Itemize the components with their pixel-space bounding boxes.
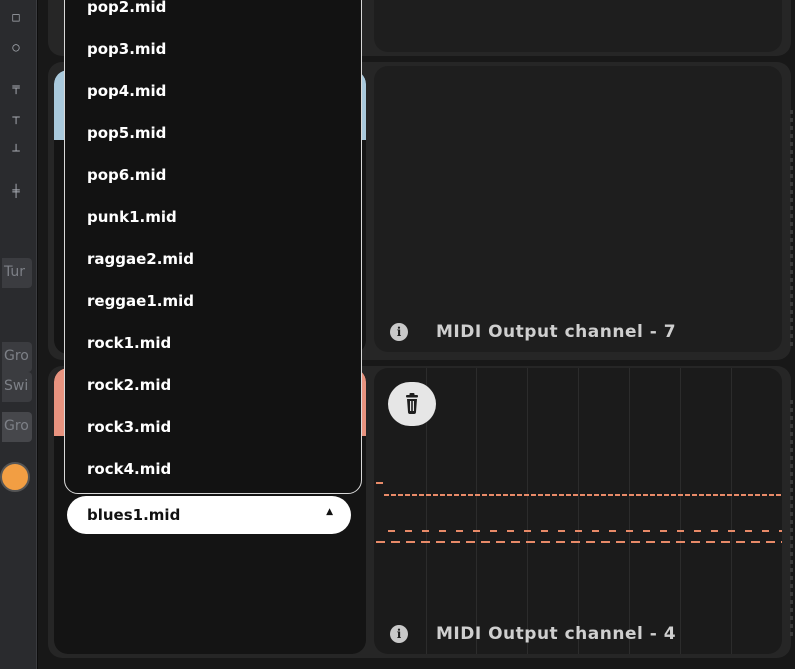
sidebar-button-gro-2[interactable]: Gro	[2, 412, 32, 442]
menu-item[interactable]: rock1.mid	[87, 334, 171, 352]
grid-line	[680, 368, 681, 654]
menu-item[interactable]: pop5.mid	[87, 124, 166, 142]
channel-label-4: MIDI Output channel - 4	[436, 624, 677, 644]
midi-note	[376, 482, 384, 484]
trash-icon	[406, 393, 418, 414]
menu-item[interactable]: rock4.mid	[87, 460, 171, 478]
sidebar-button-label: Tur	[4, 264, 26, 280]
square-tool-icon[interactable]: □	[6, 8, 26, 26]
sidebar-button-swi[interactable]: Swi	[2, 372, 32, 402]
grid-line	[578, 368, 579, 654]
menu-item[interactable]: pop4.mid	[87, 82, 166, 100]
channel-label-7: MIDI Output channel - 7	[436, 322, 677, 342]
tool-sidebar: □ ○ ╤ ┬ ┴ ╪ Tur Gro Swi Gro	[0, 0, 37, 669]
sidebar-button-label: Gro	[4, 348, 29, 364]
sidebar-toggle-indicator[interactable]	[0, 462, 30, 492]
line-tool-icon[interactable]: ┬	[6, 108, 26, 126]
grid-line	[731, 368, 732, 654]
selected-file: blues1.mid	[87, 506, 181, 524]
delete-button[interactable]	[388, 382, 436, 426]
sidebar-button-label: Swi	[4, 378, 29, 394]
caret-up-icon: ▲	[326, 507, 333, 517]
info-icon[interactable]: i	[390, 323, 408, 341]
midi-note-row	[384, 494, 782, 496]
file-dropdown-menu[interactable]: pop2.mid pop3.mid pop4.mid pop5.mid pop6…	[64, 0, 362, 494]
menu-item[interactable]: pop2.mid	[87, 0, 166, 16]
menu-item[interactable]: reggae1.mid	[87, 292, 194, 310]
midi-view-channel-7[interactable]	[374, 66, 782, 352]
sidebar-button-label: Gro	[4, 418, 29, 434]
grid-line	[476, 368, 477, 654]
menu-item[interactable]: pop6.mid	[87, 166, 166, 184]
sidebar-button-gro[interactable]: Gro	[2, 342, 32, 372]
menu-item[interactable]: punk1.mid	[87, 208, 177, 226]
menu-item[interactable]: rock3.mid	[87, 418, 171, 436]
segment-tool-icon[interactable]: ┴	[6, 142, 26, 160]
circle-tool-icon[interactable]: ○	[6, 38, 26, 56]
menu-item[interactable]: raggae2.mid	[87, 250, 194, 268]
scroll-indicator[interactable]	[790, 110, 793, 350]
midi-note-row	[376, 541, 782, 543]
midi-view-top	[374, 0, 782, 52]
scroll-indicator[interactable]	[790, 400, 793, 640]
menu-item[interactable]: rock2.mid	[87, 376, 171, 394]
menu-item[interactable]: pop3.mid	[87, 40, 166, 58]
grid-line	[527, 368, 528, 654]
grid-line	[629, 368, 630, 654]
step-tool-icon[interactable]: ╤	[6, 78, 26, 96]
midi-note-row	[388, 530, 782, 532]
info-icon[interactable]: i	[390, 625, 408, 643]
sidebar-button-tur[interactable]: Tur	[2, 258, 32, 288]
add-tool-icon[interactable]: ╪	[6, 182, 26, 200]
file-select[interactable]: blues1.mid ▲	[67, 496, 351, 534]
